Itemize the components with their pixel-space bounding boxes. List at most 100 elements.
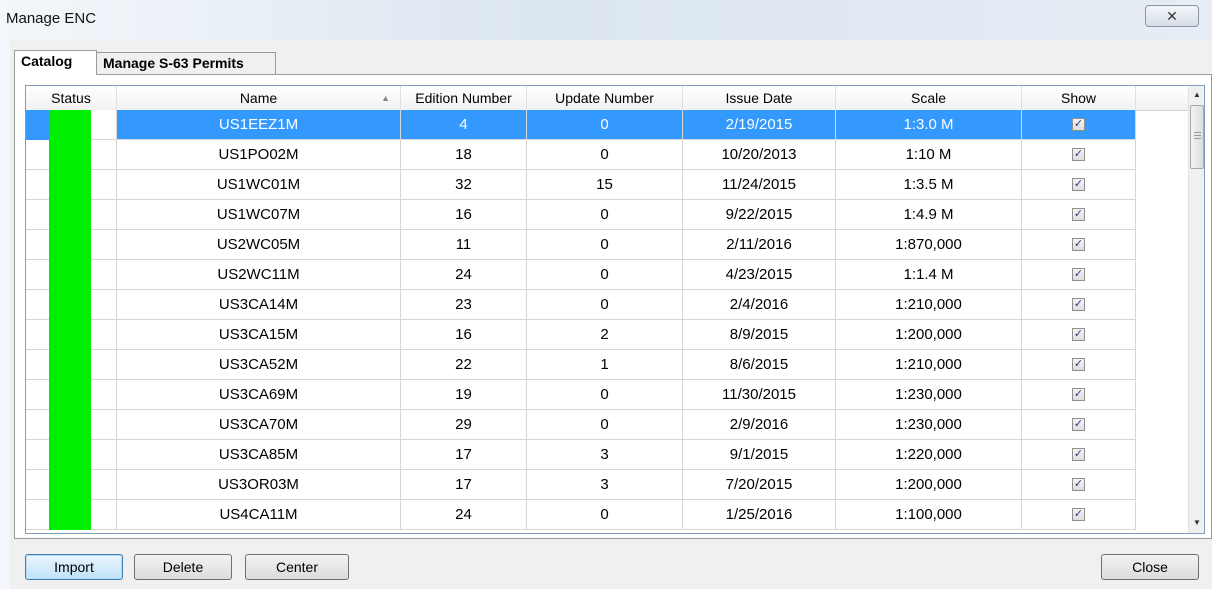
- table-row[interactable]: US2WC11M 24 0 4/23/2015 1:1.4 M ✓: [26, 260, 1188, 290]
- title-bar[interactable]: Manage ENC ✕: [0, 0, 1212, 40]
- status-cell[interactable]: [26, 350, 117, 380]
- table-row[interactable]: US3CA15M 16 2 8/9/2015 1:200,000 ✓: [26, 320, 1188, 350]
- column-header-status[interactable]: Status: [26, 86, 117, 110]
- edition-number-cell[interactable]: 24: [401, 260, 527, 290]
- status-cell[interactable]: [26, 410, 117, 440]
- scale-cell[interactable]: 1:100,000: [836, 500, 1022, 530]
- issue-date-cell[interactable]: 1/25/2016: [683, 500, 836, 530]
- show-checkbox[interactable]: ✓: [1072, 208, 1085, 221]
- table-row[interactable]: US3OR03M 17 3 7/20/2015 1:200,000 ✓: [26, 470, 1188, 500]
- scale-cell[interactable]: 1:210,000: [836, 290, 1022, 320]
- name-cell[interactable]: US3CA85M: [117, 440, 401, 470]
- edition-number-cell[interactable]: 18: [401, 140, 527, 170]
- table-row[interactable]: US1WC01M 32 15 11/24/2015 1:3.5 M ✓: [26, 170, 1188, 200]
- close-button[interactable]: Close: [1101, 554, 1199, 580]
- issue-date-cell[interactable]: 11/30/2015: [683, 380, 836, 410]
- update-number-cell[interactable]: 15: [527, 170, 683, 200]
- update-number-cell[interactable]: 0: [527, 500, 683, 530]
- scale-cell[interactable]: 1:1.4 M: [836, 260, 1022, 290]
- name-cell[interactable]: US3CA69M: [117, 380, 401, 410]
- edition-number-cell[interactable]: 32: [401, 170, 527, 200]
- name-cell[interactable]: US2WC11M: [117, 260, 401, 290]
- show-checkbox[interactable]: ✓: [1072, 148, 1085, 161]
- table-row[interactable]: US3CA69M 19 0 11/30/2015 1:230,000 ✓: [26, 380, 1188, 410]
- issue-date-cell[interactable]: 4/23/2015: [683, 260, 836, 290]
- status-cell[interactable]: [26, 500, 117, 530]
- update-number-cell[interactable]: 0: [527, 290, 683, 320]
- scale-cell[interactable]: 1:200,000: [836, 320, 1022, 350]
- show-checkbox[interactable]: ✓: [1072, 508, 1085, 521]
- table-row[interactable]: US3CA85M 17 3 9/1/2015 1:220,000 ✓: [26, 440, 1188, 470]
- issue-date-cell[interactable]: 2/19/2015: [683, 110, 836, 140]
- scroll-down-button[interactable]: ▼: [1189, 514, 1204, 531]
- update-number-cell[interactable]: 1: [527, 350, 683, 380]
- update-number-cell[interactable]: 3: [527, 470, 683, 500]
- update-number-cell[interactable]: 0: [527, 200, 683, 230]
- show-checkbox[interactable]: ✓: [1072, 448, 1085, 461]
- table-row[interactable]: US3CA14M 23 0 2/4/2016 1:210,000 ✓: [26, 290, 1188, 320]
- update-number-cell[interactable]: 2: [527, 320, 683, 350]
- status-cell[interactable]: [26, 170, 117, 200]
- table-row[interactable]: US1EEZ1M 4 0 2/19/2015 1:3.0 M ✓: [26, 110, 1188, 140]
- issue-date-cell[interactable]: 11/24/2015: [683, 170, 836, 200]
- name-cell[interactable]: US4CA11M: [117, 500, 401, 530]
- delete-button[interactable]: Delete: [134, 554, 232, 580]
- name-cell[interactable]: US1EEZ1M: [117, 110, 401, 140]
- table-row[interactable]: US3CA52M 22 1 8/6/2015 1:210,000 ✓: [26, 350, 1188, 380]
- show-checkbox[interactable]: ✓: [1072, 328, 1085, 341]
- edition-number-cell[interactable]: 24: [401, 500, 527, 530]
- edition-number-cell[interactable]: 16: [401, 320, 527, 350]
- tab-manage-s63-permits[interactable]: Manage S-63 Permits: [96, 52, 276, 74]
- center-button[interactable]: Center: [245, 554, 349, 580]
- name-cell[interactable]: US3OR03M: [117, 470, 401, 500]
- edition-number-cell[interactable]: 11: [401, 230, 527, 260]
- edition-number-cell[interactable]: 16: [401, 200, 527, 230]
- edition-number-cell[interactable]: 17: [401, 470, 527, 500]
- status-cell[interactable]: [26, 140, 117, 170]
- column-header-scale[interactable]: Scale: [836, 86, 1022, 110]
- issue-date-cell[interactable]: 2/11/2016: [683, 230, 836, 260]
- scale-cell[interactable]: 1:230,000: [836, 410, 1022, 440]
- column-header-update-number[interactable]: Update Number: [527, 86, 683, 110]
- scale-cell[interactable]: 1:220,000: [836, 440, 1022, 470]
- name-cell[interactable]: US3CA70M: [117, 410, 401, 440]
- name-cell[interactable]: US1WC01M: [117, 170, 401, 200]
- status-cell[interactable]: [26, 320, 117, 350]
- show-checkbox[interactable]: ✓: [1072, 478, 1085, 491]
- update-number-cell[interactable]: 0: [527, 230, 683, 260]
- status-cell[interactable]: [26, 110, 117, 140]
- scroll-thumb[interactable]: [1190, 105, 1204, 169]
- name-cell[interactable]: US2WC05M: [117, 230, 401, 260]
- name-cell[interactable]: US3CA52M: [117, 350, 401, 380]
- table-row[interactable]: US3CA70M 29 0 2/9/2016 1:230,000 ✓: [26, 410, 1188, 440]
- table-row[interactable]: US4CA11M 24 0 1/25/2016 1:100,000 ✓: [26, 500, 1188, 530]
- scale-cell[interactable]: 1:3.0 M: [836, 110, 1022, 140]
- column-header-name[interactable]: Name ▲: [117, 86, 401, 110]
- tab-catalog[interactable]: Catalog: [14, 50, 97, 75]
- edition-number-cell[interactable]: 29: [401, 410, 527, 440]
- name-cell[interactable]: US3CA15M: [117, 320, 401, 350]
- issue-date-cell[interactable]: 7/20/2015: [683, 470, 836, 500]
- vertical-scrollbar[interactable]: ▲ ▼: [1188, 86, 1204, 533]
- show-checkbox[interactable]: ✓: [1072, 268, 1085, 281]
- table-row[interactable]: US1WC07M 16 0 9/22/2015 1:4.9 M ✓: [26, 200, 1188, 230]
- issue-date-cell[interactable]: 9/22/2015: [683, 200, 836, 230]
- status-cell[interactable]: [26, 200, 117, 230]
- column-header-edition-number[interactable]: Edition Number: [401, 86, 527, 110]
- show-checkbox[interactable]: ✓: [1072, 178, 1085, 191]
- column-header-show[interactable]: Show: [1022, 86, 1136, 110]
- issue-date-cell[interactable]: 2/9/2016: [683, 410, 836, 440]
- issue-date-cell[interactable]: 10/20/2013: [683, 140, 836, 170]
- status-cell[interactable]: [26, 440, 117, 470]
- status-cell[interactable]: [26, 230, 117, 260]
- show-checkbox[interactable]: ✓: [1072, 118, 1085, 131]
- name-cell[interactable]: US1WC07M: [117, 200, 401, 230]
- show-checkbox[interactable]: ✓: [1072, 388, 1085, 401]
- scale-cell[interactable]: 1:10 M: [836, 140, 1022, 170]
- column-header-issue-date[interactable]: Issue Date: [683, 86, 836, 110]
- update-number-cell[interactable]: 0: [527, 140, 683, 170]
- edition-number-cell[interactable]: 19: [401, 380, 527, 410]
- show-checkbox[interactable]: ✓: [1072, 298, 1085, 311]
- issue-date-cell[interactable]: 8/6/2015: [683, 350, 836, 380]
- name-cell[interactable]: US3CA14M: [117, 290, 401, 320]
